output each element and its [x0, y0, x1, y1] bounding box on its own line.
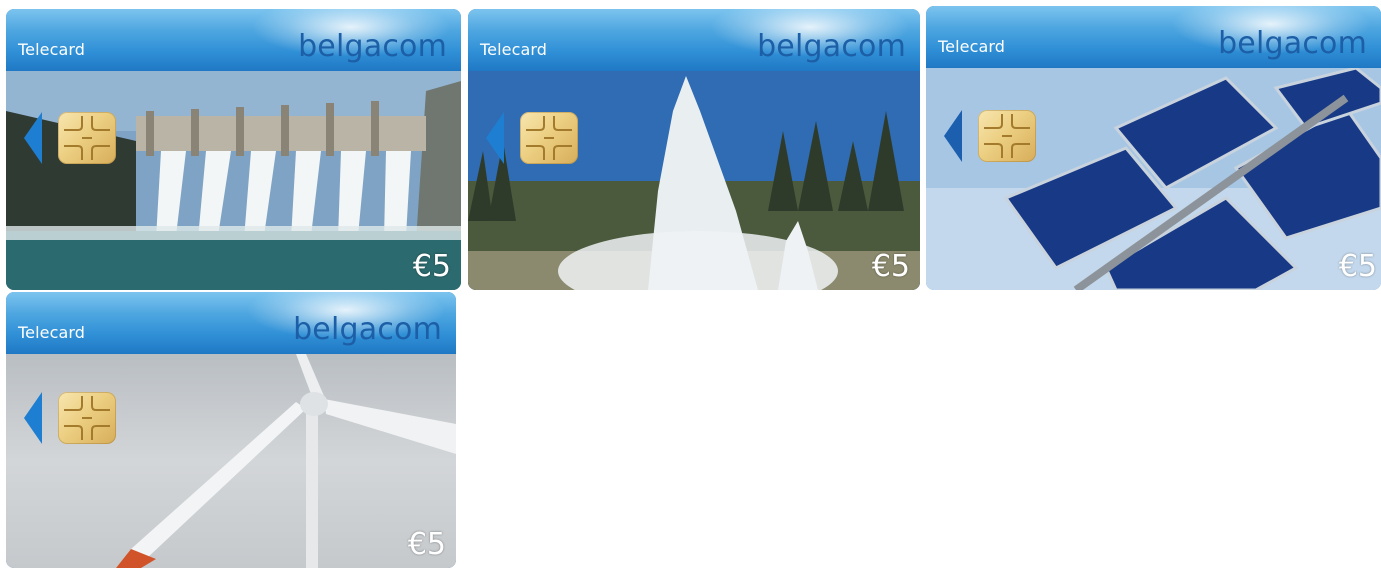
sim-chip-icon: [58, 392, 116, 444]
telecard-label: Telecard: [18, 323, 86, 342]
arrow-left-icon: [486, 112, 504, 164]
wind-turbine-image: [6, 354, 456, 568]
arrow-left-icon: [24, 112, 42, 164]
card-value: €5: [871, 249, 910, 284]
sim-chip-icon: [58, 112, 116, 164]
telecard-label: Telecard: [938, 37, 1006, 56]
telecard-wind: Telecard belgacom €5: [6, 292, 456, 568]
belgacom-logo: belgacom: [298, 29, 447, 64]
telecard-label: Telecard: [18, 40, 86, 59]
telecard-hydro: Telecard belgacom €5: [6, 9, 461, 290]
belgacom-logo: belgacom: [757, 29, 906, 64]
belgacom-logo: belgacom: [293, 312, 442, 347]
card-value: €5: [407, 527, 446, 562]
sim-chip-icon: [520, 112, 578, 164]
geyser-image: [468, 71, 920, 290]
arrow-left-icon: [24, 392, 42, 444]
sim-chip-icon: [978, 110, 1036, 162]
telecard-solar: Telecard belgacom €5: [926, 6, 1381, 290]
belgacom-logo: belgacom: [1218, 26, 1367, 61]
arrow-left-icon: [944, 110, 962, 162]
solar-panels-image: [926, 68, 1381, 290]
telecard-label: Telecard: [480, 40, 548, 59]
hydro-dam-image: [6, 71, 461, 290]
telecard-geyser: Telecard belgacom €5: [468, 9, 920, 290]
card-value: €5: [1338, 249, 1377, 284]
card-value: €5: [412, 249, 451, 284]
